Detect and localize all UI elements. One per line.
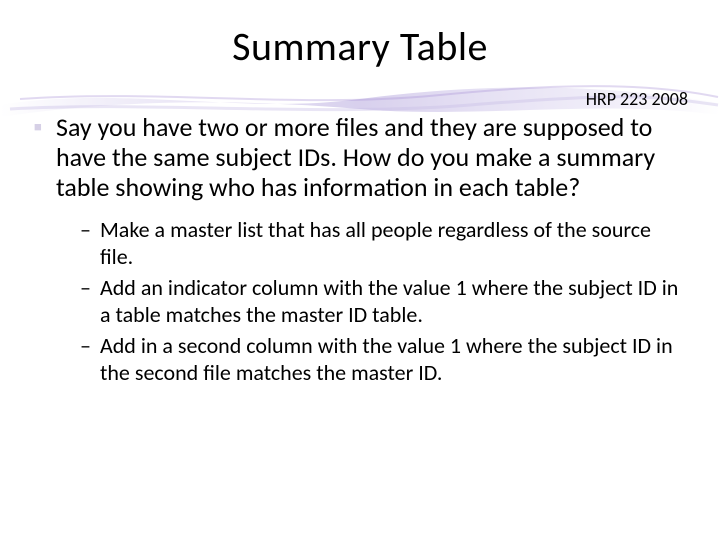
sub-bullet-item: – Make a master list that has all people… xyxy=(80,216,686,270)
dash-icon: – xyxy=(80,332,100,359)
bullet-text: Say you have two or more files and they … xyxy=(56,112,686,202)
course-tag: HRP 223 2008 xyxy=(586,88,688,110)
sub-bullet-text: Add in a second column with the value 1 … xyxy=(100,332,686,386)
sub-bullet-text: Make a master list that has all people r… xyxy=(100,216,686,270)
dash-icon: – xyxy=(80,274,100,301)
sub-bullet-text: Add an indicator column with the value 1… xyxy=(100,274,686,328)
sub-bullet-item: – Add in a second column with the value … xyxy=(80,332,686,386)
slide-body: ▪ Say you have two or more files and the… xyxy=(34,112,686,390)
dash-icon: – xyxy=(80,216,100,243)
sub-bullet-list: – Make a master list that has all people… xyxy=(80,216,686,386)
slide-title: Summary Table xyxy=(0,22,720,71)
sub-bullet-item: – Add an indicator column with the value… xyxy=(80,274,686,328)
bullet-marker-icon: ▪ xyxy=(34,112,56,142)
slide: Summary Table HRP 223 2008 ▪ Say you hav… xyxy=(0,0,720,540)
bullet-item: ▪ Say you have two or more files and the… xyxy=(34,112,686,202)
